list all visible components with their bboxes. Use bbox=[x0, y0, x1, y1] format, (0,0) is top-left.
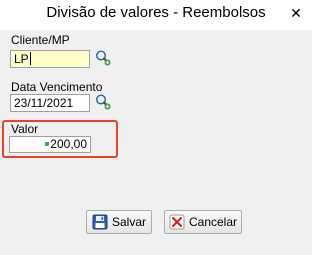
dialog-body: Cliente/MP LP Data Vencimento 23/11/2021… bbox=[0, 30, 312, 255]
close-button[interactable]: ✕ bbox=[284, 2, 308, 24]
title-bar: Divisão de valores - Reembolsos ✕ bbox=[0, 0, 312, 30]
money-icon bbox=[45, 142, 50, 146]
value-label: Valor bbox=[11, 122, 39, 136]
due-date-search-button[interactable] bbox=[94, 93, 112, 111]
client-label: Cliente/MP bbox=[11, 33, 70, 47]
value-input[interactable]: 200,00 bbox=[9, 136, 91, 153]
cancel-button[interactable]: Cancelar bbox=[164, 210, 242, 234]
client-search-button[interactable] bbox=[94, 49, 112, 67]
close-icon: ✕ bbox=[290, 4, 302, 21]
text-caret bbox=[29, 52, 31, 65]
search-add-icon bbox=[95, 94, 111, 110]
client-input[interactable]: LP bbox=[10, 50, 90, 68]
value-amount: 200,00 bbox=[50, 137, 87, 151]
window-title: Divisão de valores - Reembolsos bbox=[46, 4, 266, 21]
cancel-button-label: Cancelar bbox=[188, 215, 238, 229]
floppy-disk-icon bbox=[92, 214, 108, 230]
due-date-label: Data Vencimento bbox=[11, 80, 103, 94]
client-value: LP bbox=[14, 52, 29, 66]
red-x-icon bbox=[169, 214, 185, 230]
search-add-icon bbox=[95, 50, 111, 66]
save-button-label: Salvar bbox=[111, 215, 146, 229]
save-button[interactable]: Salvar bbox=[86, 210, 152, 234]
due-date-input[interactable]: 23/11/2021 bbox=[10, 94, 90, 112]
